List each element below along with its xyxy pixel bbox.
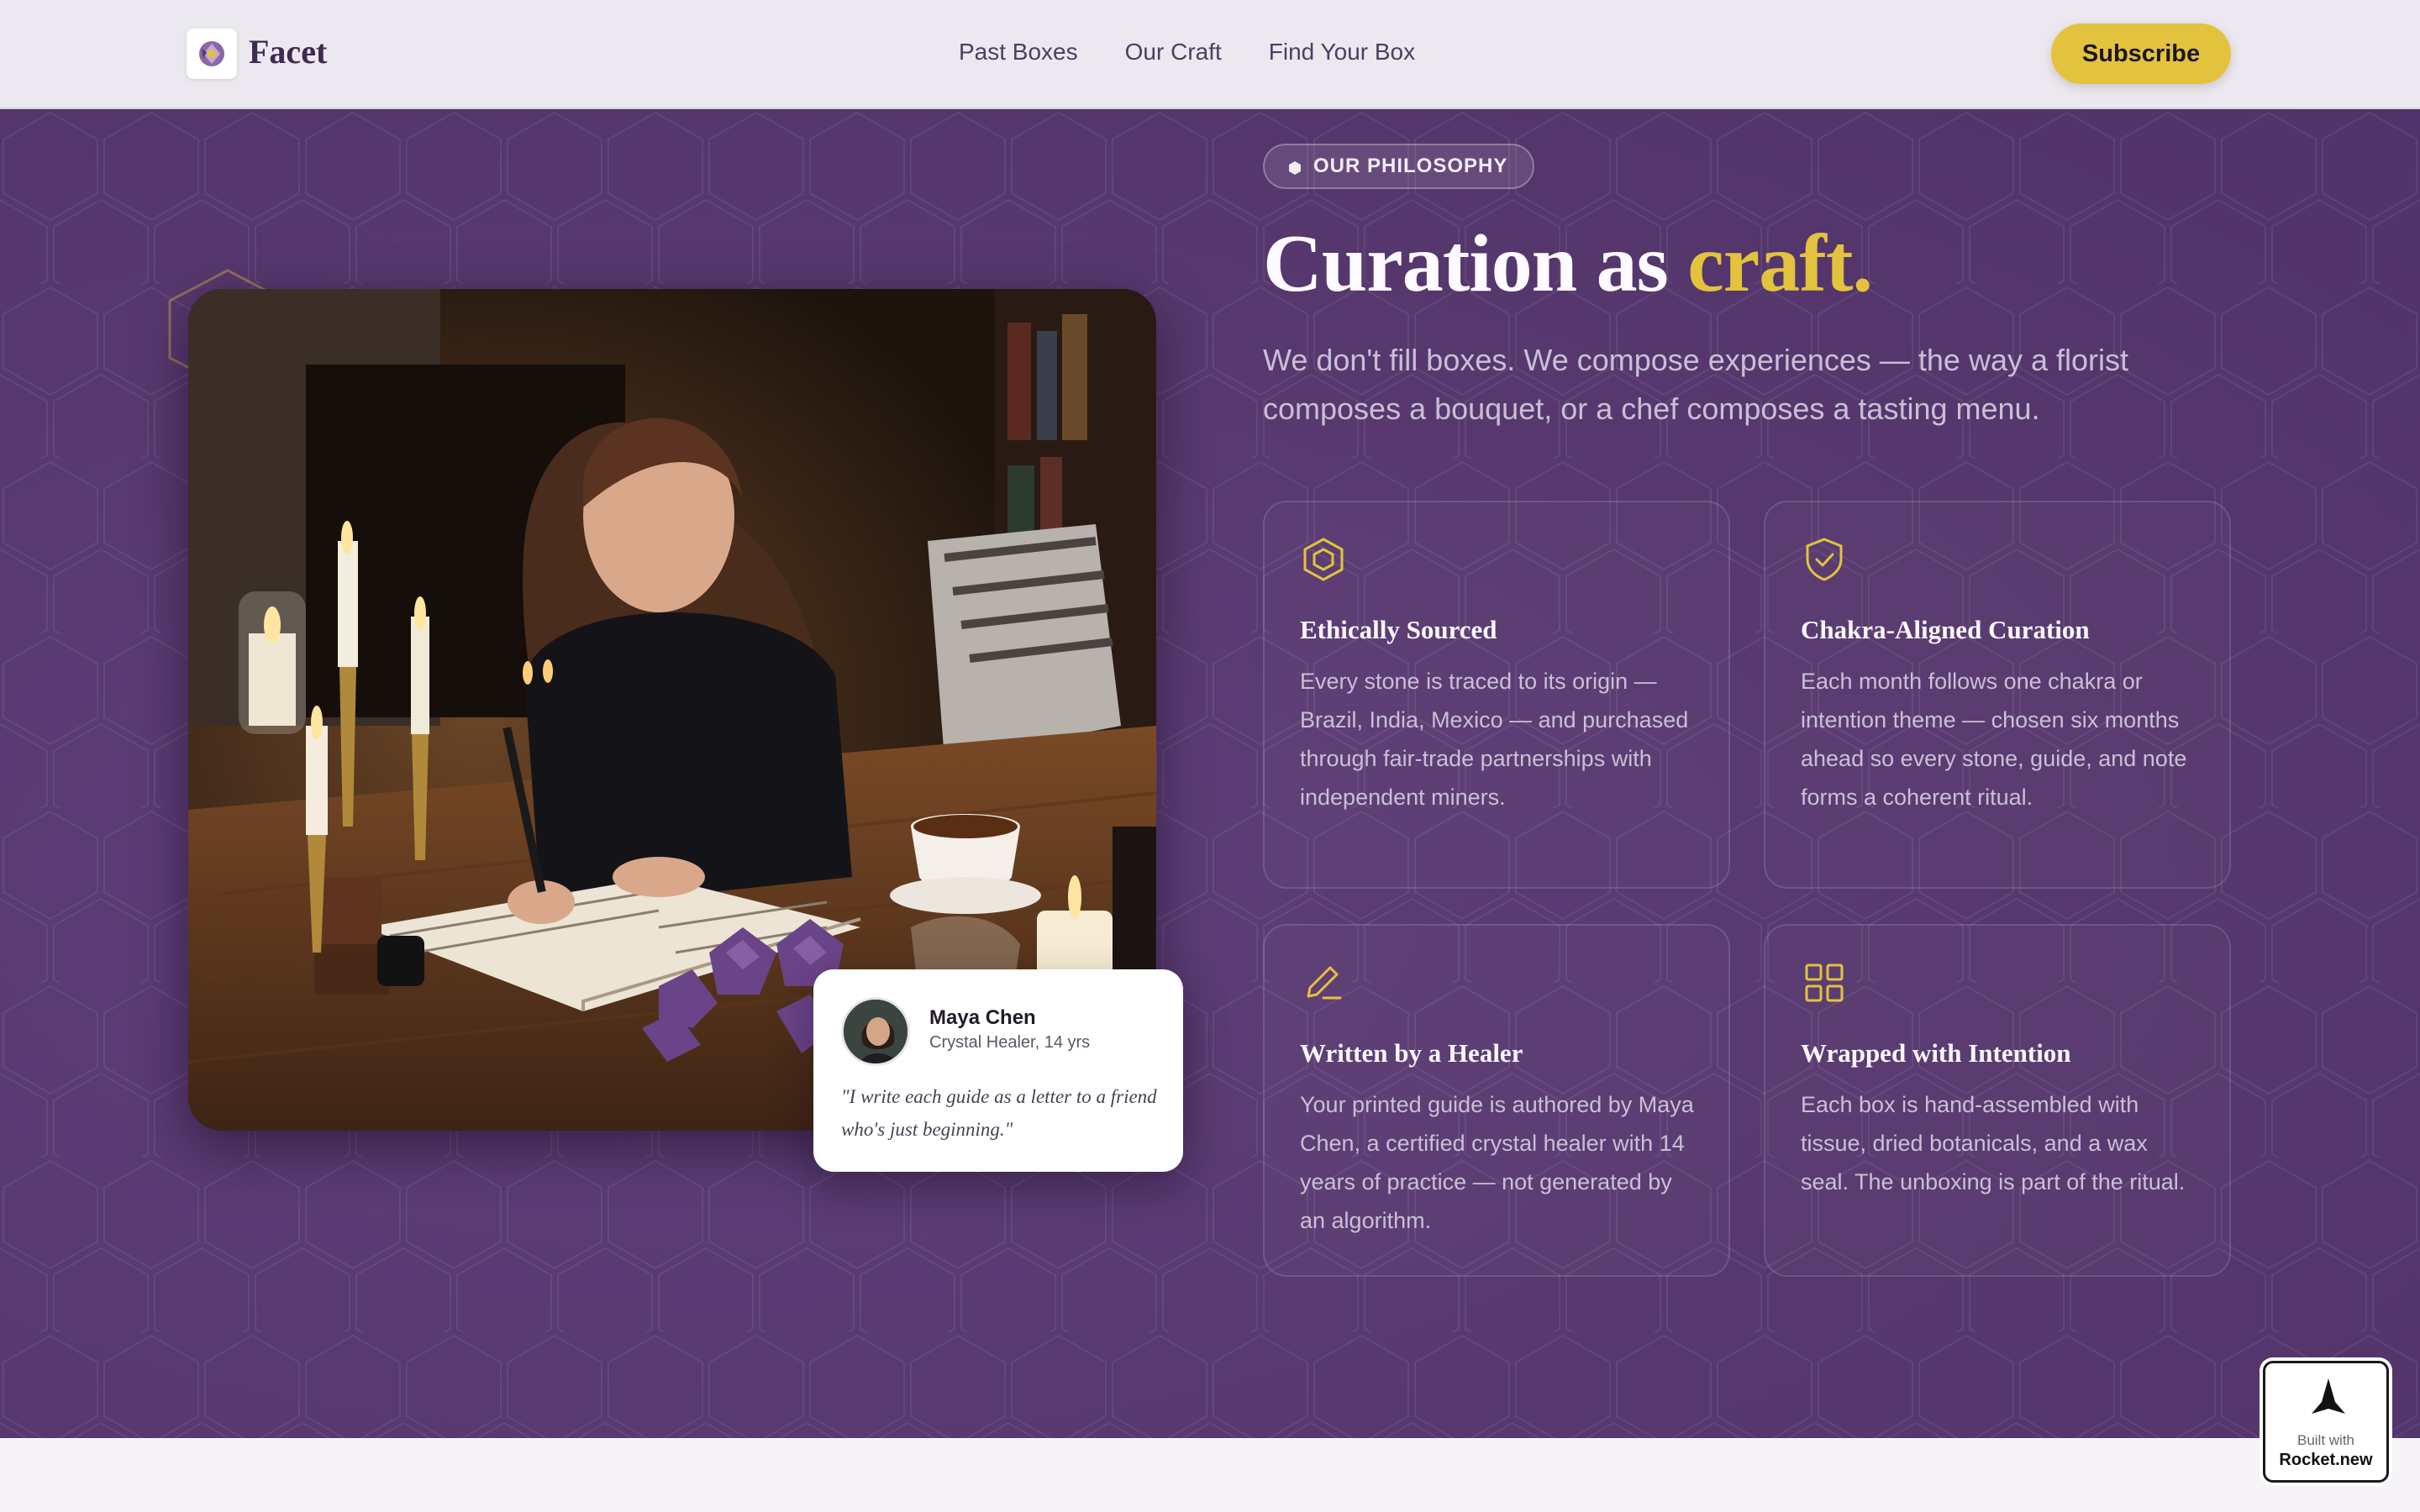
feature-description: Each month follows one chakra or intenti… — [1801, 669, 2187, 810]
built-with-rocket-badge[interactable]: Built with Rocket.new — [2263, 1361, 2389, 1483]
next-section-edge — [0, 1438, 2420, 1512]
testimonial-quote: "I write each guide as a letter to a fri… — [841, 1086, 1157, 1140]
brand-name[interactable]: Facet — [249, 32, 327, 71]
testimonial-role: Crystal Healer, 14 yrs — [929, 1033, 1091, 1052]
shield-check-icon — [1806, 538, 1843, 581]
feature-card-written-by-healer: Written by a Healer Your printed guide i… — [1263, 924, 1730, 1277]
title-main: Curation as — [1263, 218, 1688, 309]
feature-card-ethically-sourced: Ethically Sourced Every stone is traced … — [1263, 501, 1730, 889]
nav-link-past-boxes[interactable]: Past Boxes — [959, 39, 1078, 66]
feature-description: Your printed guide is authored by Maya C… — [1300, 1092, 1694, 1233]
hexagon-icon — [1303, 538, 1344, 581]
grid-icon — [1805, 963, 1844, 1002]
nav-link-our-craft[interactable]: Our Craft — [1125, 39, 1222, 66]
page-title: Curation as craft. — [1263, 217, 1873, 311]
feature-description: Each box is hand-assembled with tissue, … — [1801, 1092, 2186, 1194]
badge-large-text: Rocket.new — [2279, 1451, 2373, 1469]
testimonial-card: Maya Chen Crystal Healer, 14 yrs "I writ… — [813, 969, 1183, 1172]
main-nav: Past Boxes Our Craft Find Your Box — [959, 39, 1415, 66]
feature-card-wrapped-with-intention: Wrapped with Intention Each box is hand-… — [1764, 924, 2231, 1277]
pen-icon — [1307, 966, 1342, 1000]
section-badge: OUR PHILOSOPHY — [1263, 144, 1535, 189]
avatar — [841, 997, 910, 1066]
section-lead: We don't fill boxes. We compose experien… — [1263, 343, 2129, 426]
feature-title: Ethically Sourced — [1300, 615, 1497, 644]
testimonial-name: Maya Chen — [929, 1006, 1036, 1029]
feature-description: Every stone is traced to its origin — Br… — [1300, 669, 1689, 810]
rocket-icon — [2312, 1378, 2345, 1414]
feature-title: Written by a Healer — [1300, 1038, 1523, 1068]
subscribe-button[interactable]: Subscribe — [2051, 24, 2231, 84]
badge-small-text: Built with — [2296, 1432, 2355, 1448]
feature-title: Chakra-Aligned Curation — [1801, 615, 2090, 644]
title-accent: craft. — [1687, 218, 1873, 309]
facet-logo-icon[interactable] — [187, 29, 237, 79]
hexagon-dot-icon — [1289, 161, 1301, 175]
feature-card-chakra-aligned: Chakra-Aligned Curation Each month follo… — [1764, 501, 2231, 889]
top-navigation: Facet Past Boxes Our Craft Find Your Box… — [0, 0, 2420, 109]
feature-title: Wrapped with Intention — [1801, 1038, 2071, 1068]
badge-label: OUR PHILOSOPHY — [1313, 155, 1508, 177]
nav-link-find-your-box[interactable]: Find Your Box — [1269, 39, 1415, 66]
